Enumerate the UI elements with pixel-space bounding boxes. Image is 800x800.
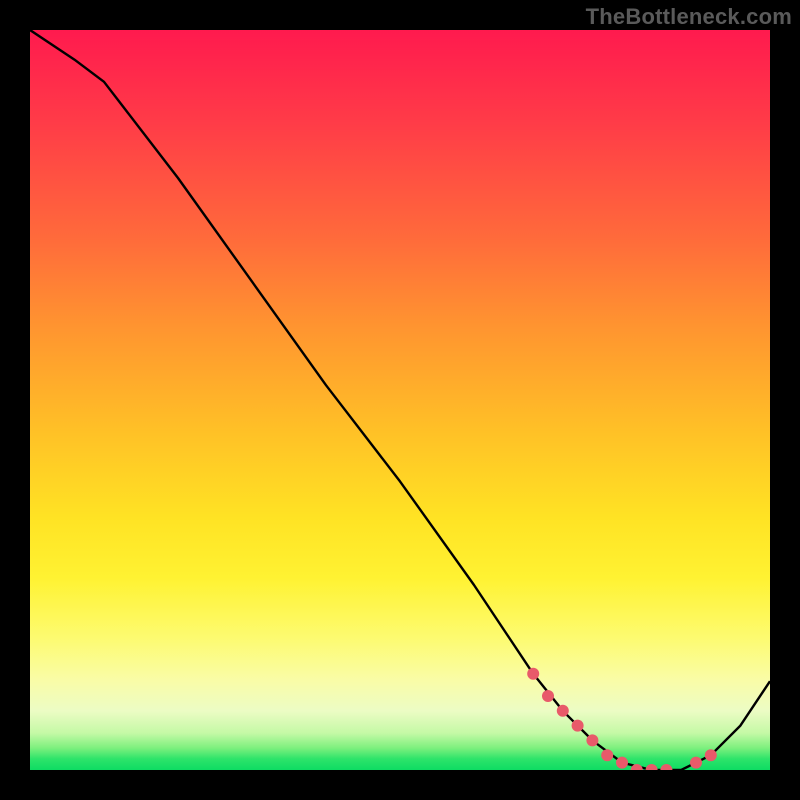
curve-layer: [30, 30, 770, 770]
marker-dot: [557, 705, 569, 717]
marker-dot: [542, 690, 554, 702]
marker-dot: [705, 749, 717, 761]
marker-dot: [660, 764, 672, 770]
plot-area: [30, 30, 770, 770]
marker-dot: [586, 734, 598, 746]
marker-dot: [527, 668, 539, 680]
marker-dot: [572, 720, 584, 732]
marker-dot: [646, 764, 658, 770]
bottleneck-curve: [30, 30, 770, 770]
marker-dot: [601, 749, 613, 761]
chart-frame: TheBottleneck.com: [0, 0, 800, 800]
marker-dot: [690, 757, 702, 769]
marker-dot: [616, 757, 628, 769]
watermark-text: TheBottleneck.com: [586, 4, 792, 30]
marker-group: [527, 668, 717, 770]
